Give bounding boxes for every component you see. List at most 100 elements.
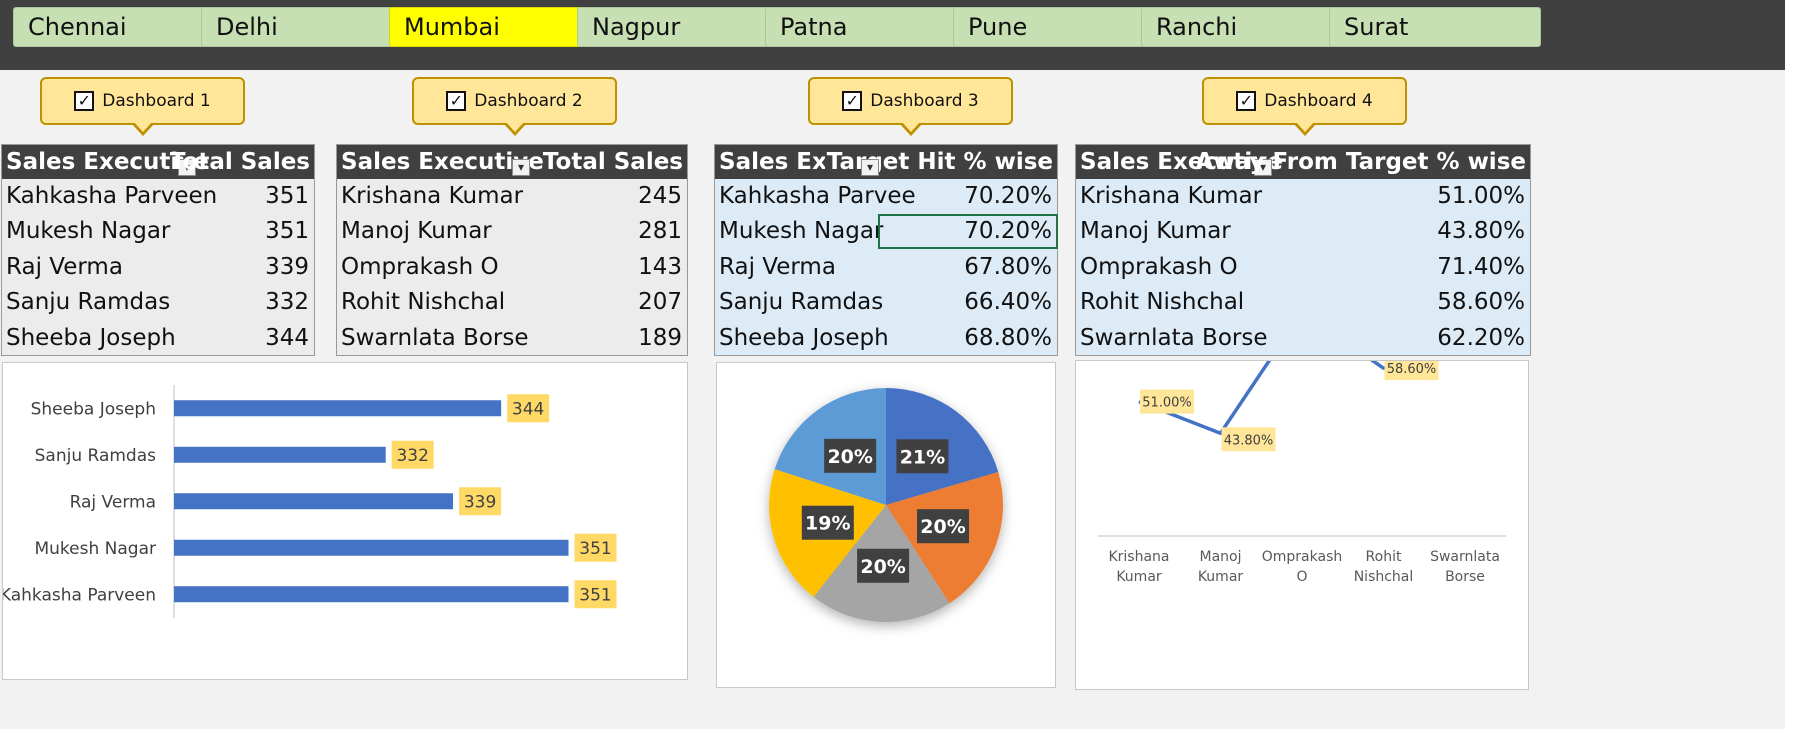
row-value: 66.40%	[964, 289, 1052, 316]
bar-mukesh-nagar	[174, 539, 569, 556]
row-name: Sanju Ramdas	[6, 289, 171, 316]
bar-category-label: Mukesh Nagar	[34, 539, 156, 559]
bar-chart-total-sales[interactable]: Sheeba Joseph 344 Sanju Ramdas 332 Raj Verma…	[0, 362, 688, 680]
pie-data-label: 19%	[805, 513, 850, 535]
row-value: 281	[638, 218, 682, 245]
city-slicer-nagpur[interactable]: Nagpur	[577, 7, 789, 47]
table-row[interactable]: Mukesh Nagar 70.20%	[715, 214, 1058, 250]
pie-data-label: 20%	[827, 446, 872, 468]
row-name: Raj Verma	[719, 253, 836, 280]
dashboard-2-label: Dashboard 2	[474, 91, 583, 111]
table-row[interactable]: Krishana Kumar 51.00%	[1076, 179, 1530, 214]
city-slicer-chennai[interactable]: Chennai	[13, 7, 225, 47]
line-category-label-line2: Kumar	[1116, 569, 1162, 585]
bar-data-label: 344	[512, 399, 544, 419]
table-row[interactable]: Swarnlata Borse 189	[337, 321, 687, 356]
filter-dropdown-icon[interactable]: ▾	[861, 159, 879, 176]
callout-pointer	[898, 121, 923, 136]
row-value: 344	[265, 324, 309, 351]
table-row[interactable]: Sanju Ramdas 332	[2, 285, 314, 320]
row-value: 71.40%	[1437, 253, 1525, 280]
table-row[interactable]: Sheeba Joseph 68.80%	[715, 321, 1057, 356]
column-header-away-from-target: Away From Target % wise	[1195, 149, 1526, 175]
row-value: 70.20%	[964, 183, 1052, 209]
bar-category-label: Sheeba Joseph	[31, 399, 156, 419]
bar-data-label: 351	[579, 539, 611, 559]
table-row[interactable]: Kahkasha Parveen 351	[2, 179, 314, 214]
table-row[interactable]: Mukesh Nagar 351	[2, 214, 314, 249]
bar-data-label: 339	[464, 492, 496, 512]
checkbox-checked-icon[interactable]: ✓	[74, 91, 95, 111]
city-slicer-pune[interactable]: Pune	[953, 7, 1165, 47]
row-name: Sanju Ramdas	[719, 289, 884, 316]
line-category-label-line2: Kumar	[1198, 569, 1244, 585]
line-category-label-line1: Omprakash	[1262, 549, 1343, 565]
table-row[interactable]: Kahkasha Parvee 70.20%	[715, 179, 1057, 214]
row-name: Sheeba Joseph	[719, 324, 889, 351]
bar-sanju-ramdas	[174, 446, 386, 463]
city-slicer-delhi[interactable]: Delhi	[201, 7, 413, 47]
table-row[interactable]: Sheeba Joseph 344	[2, 321, 314, 356]
row-name: Swarnlata Borse	[1080, 324, 1268, 351]
city-slicer-ranchi[interactable]: Ranchi	[1141, 7, 1353, 47]
row-name: Swarnlata Borse	[341, 324, 529, 351]
line-category-label-line2: Nishchal	[1354, 569, 1414, 585]
city-slicer-patna[interactable]: Patna	[765, 7, 977, 47]
pie-chart-target-hit[interactable]: 21% 20% 20% 19% 20%	[716, 362, 1056, 688]
row-name: Mukesh Nagar	[6, 218, 171, 245]
table-row[interactable]: Rohit Nishchal 58.60%	[1076, 285, 1530, 320]
filter-dropdown-icon[interactable]: ▾	[512, 159, 530, 176]
row-name: Manoj Kumar	[341, 218, 492, 245]
bar-raj-verma	[174, 493, 454, 510]
city-slicer-mumbai[interactable]: Mumbai	[389, 7, 601, 47]
table-row[interactable]: Raj Verma 339	[2, 250, 314, 285]
city-slicer-surat[interactable]: Surat	[1329, 7, 1541, 47]
dashboard-3-toggle[interactable]: ✓ Dashboard 3	[808, 77, 1013, 136]
row-value: 62.20%	[1437, 324, 1525, 351]
line-data-label: 58.60%	[1387, 362, 1437, 377]
checkbox-checked-icon[interactable]: ✓	[1236, 91, 1257, 111]
dashboard-3-label: Dashboard 3	[870, 91, 979, 111]
bar-category-label: Sanju Ramdas	[35, 446, 157, 466]
bar-data-label: 351	[579, 585, 611, 605]
line-category-label-line2: Borse	[1445, 569, 1485, 585]
row-name: Krishana Kumar	[341, 183, 524, 209]
table-row[interactable]: Manoj Kumar 281	[337, 214, 687, 249]
row-value: 189	[638, 324, 682, 351]
line-category-label-line2: O	[1296, 569, 1307, 585]
row-name: Rohit Nishchal	[341, 289, 506, 316]
row-value: 143	[638, 253, 682, 280]
row-value: 339	[265, 253, 309, 280]
row-value: 245	[638, 183, 682, 209]
row-value: 67.80%	[964, 253, 1052, 280]
table-row[interactable]: Omprakash O 143	[337, 250, 687, 285]
row-name: Manoj Kumar	[1080, 218, 1231, 245]
row-value: 51.00%	[1437, 183, 1525, 209]
line-chart-svg: 51.00%KrishanaKumar43.80%ManojKumar71.40…	[1098, 297, 1520, 585]
column-header-total-sales: Total Sales	[542, 149, 683, 175]
pie-slices	[769, 388, 1003, 622]
bar-category-label: Raj Verma	[70, 492, 156, 512]
table-row[interactable]: Sanju Ramdas 66.40%	[715, 285, 1057, 320]
pivot-table-total-sales-1: Sales Executive ▾ Total Sales Kahkasha P…	[1, 144, 315, 356]
table-row[interactable]: Manoj Kumar 43.80%	[1076, 214, 1530, 249]
row-name: Krishana Kumar	[1080, 183, 1263, 209]
bar-data-label: 332	[396, 446, 428, 466]
dashboard-1-toggle[interactable]: ✓ Dashboard 1	[40, 77, 245, 136]
table-row[interactable]: Rohit Nishchal 207	[337, 285, 687, 320]
table-row[interactable]: Swarnlata Borse 62.20%	[1076, 321, 1530, 356]
table-row[interactable]: Krishana Kumar 245	[337, 179, 687, 214]
dashboard-2-toggle[interactable]: ✓ Dashboard 2	[412, 77, 617, 136]
checkbox-checked-icon[interactable]: ✓	[446, 91, 467, 111]
checkbox-checked-icon[interactable]: ✓	[842, 91, 863, 111]
active-cell-selection[interactable]	[878, 214, 1058, 250]
table-row[interactable]: Omprakash O 71.40%	[1076, 250, 1530, 285]
line-chart-away-from-target[interactable]: 51.00%KrishanaKumar43.80%ManojKumar71.40…	[1075, 297, 1529, 690]
callout-pointer	[130, 121, 155, 136]
line-data-label: 51.00%	[1142, 396, 1192, 411]
row-name: Kahkasha Parveen	[6, 183, 218, 209]
row-name: Mukesh Nagar	[719, 218, 884, 245]
pivot-table-total-sales-2: Sales Executive ▾ Total Sales Krishana K…	[336, 144, 688, 356]
dashboard-4-toggle[interactable]: ✓ Dashboard 4	[1202, 77, 1407, 136]
table-row[interactable]: Raj Verma 67.80%	[715, 250, 1057, 285]
